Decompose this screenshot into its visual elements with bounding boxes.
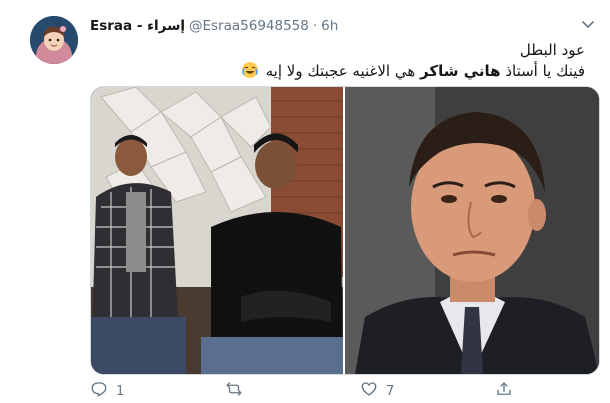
- avatar[interactable]: [30, 16, 78, 64]
- tweet-text-suffix: هي الاغنيه عجبتك ولا إيه: [265, 62, 421, 80]
- tweet-header: Esraa - إسراء @Esraa56948558 · 6h: [90, 16, 338, 36]
- like-button[interactable]: 7: [360, 380, 394, 402]
- tweet-card[interactable]: Esraa - إسراء @Esraa56948558 · 6h عود ال…: [0, 0, 610, 403]
- media-photo-left[interactable]: [91, 87, 343, 374]
- like-icon: [360, 380, 378, 402]
- tweet-text-prefix: فينك يا أستاذ: [500, 62, 585, 80]
- tweet-media[interactable]: [90, 86, 600, 375]
- reply-count: 1: [116, 383, 125, 399]
- chevron-down-icon[interactable]: [578, 14, 598, 34]
- tweet-text-bold-name: هاني شاكر: [420, 62, 501, 80]
- separator-dot: ·: [312, 18, 318, 34]
- display-name[interactable]: Esraa - إسراء: [90, 18, 185, 34]
- tweet-text-line-1: عود البطل: [519, 41, 585, 59]
- user-handle[interactable]: @Esraa56948558: [189, 18, 309, 34]
- timestamp[interactable]: 6h: [321, 18, 338, 34]
- tweet-text-line-2: فينك يا أستاذ هاني شاكر هي الاغنيه عجبتك…: [85, 61, 585, 82]
- reply-icon: [90, 380, 108, 402]
- reply-button[interactable]: 1: [90, 380, 124, 402]
- like-count: 7: [386, 383, 395, 399]
- share-icon: [495, 380, 513, 402]
- retweet-button[interactable]: [225, 380, 251, 402]
- tweet-text: عود البطل فينك يا أستاذ هاني شاكر هي الا…: [85, 40, 585, 82]
- media-photo-right[interactable]: [345, 87, 599, 374]
- laughing-emoji-icon: [241, 61, 259, 79]
- share-button[interactable]: [495, 380, 513, 402]
- avatar-image: [30, 16, 78, 64]
- tweet-actions: 1 7: [90, 380, 598, 402]
- retweet-icon: [225, 380, 243, 402]
